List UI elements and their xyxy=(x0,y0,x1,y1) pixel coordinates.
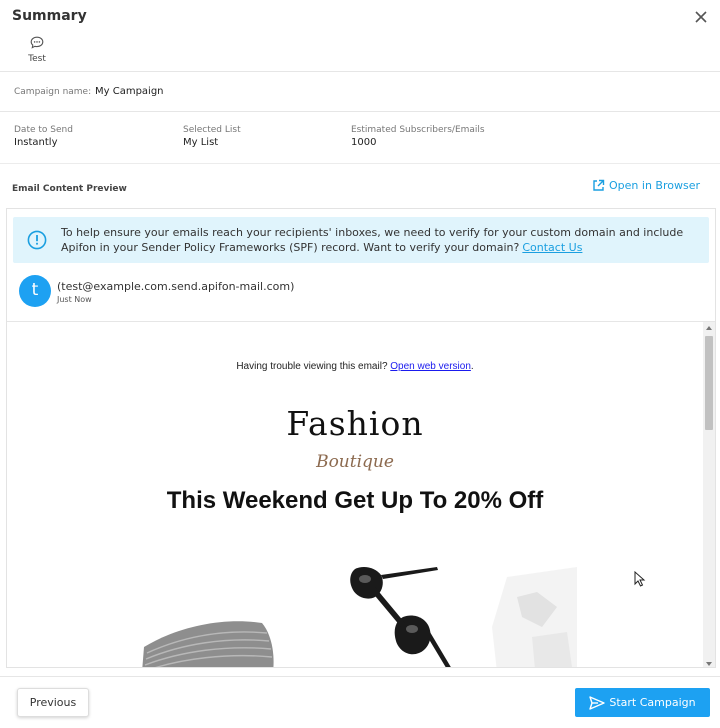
subscribers-label: Estimated Subscribers/Emails xyxy=(351,125,485,135)
email-preview-heading: Email Content Preview xyxy=(12,184,127,194)
mouse-cursor-icon xyxy=(634,571,646,587)
channel-label: Test xyxy=(28,54,46,64)
email-preview: To help ensure your emails reach your re… xyxy=(6,208,716,668)
notice-text: To help ensure your emails reach your re… xyxy=(61,225,701,255)
open-in-browser-link[interactable]: Open in Browser xyxy=(592,179,700,192)
selected-list: Selected List My List xyxy=(183,125,241,148)
trouble-text: Having trouble viewing this email? xyxy=(236,361,388,372)
subscribers-value: 1000 xyxy=(351,137,377,148)
info-icon xyxy=(27,230,47,250)
external-link-icon xyxy=(593,179,605,191)
scroll-down-arrow[interactable] xyxy=(706,662,712,666)
email-body-frame[interactable]: Having trouble viewing this email? Open … xyxy=(7,321,715,667)
modal-footer: Previous Start Campaign xyxy=(0,676,720,728)
chat-bubble-icon xyxy=(30,36,44,49)
brand-logo-text: Fashion xyxy=(286,404,424,443)
date-to-send: Date to Send Instantly xyxy=(14,125,73,148)
open-web-version-link[interactable]: Open web version xyxy=(390,361,471,372)
contact-us-link[interactable]: Contact Us xyxy=(522,241,582,254)
brand-script-text: Boutique xyxy=(316,452,394,472)
scrollbar-thumb[interactable] xyxy=(705,336,713,430)
campaign-name-value: My Campaign xyxy=(95,86,164,97)
sender-time: Just Now xyxy=(57,295,92,304)
campaign-name-label: Campaign name: xyxy=(14,87,92,97)
open-in-browser-label: Open in Browser xyxy=(609,179,700,192)
scroll-up-arrow[interactable] xyxy=(706,326,712,330)
date-value: Instantly xyxy=(14,137,58,148)
modal-title: Summary xyxy=(12,8,87,24)
date-label: Date to Send xyxy=(14,125,73,135)
channel-test: Test xyxy=(26,34,48,64)
notice-message: To help ensure your emails reach your re… xyxy=(61,226,684,254)
campaign-info-row: Date to Send Instantly Selected List My … xyxy=(0,112,720,164)
sender-email: (test@example.com.send.apifon-mail.com) xyxy=(57,280,295,293)
close-icon[interactable] xyxy=(693,9,709,25)
modal-header: Summary Test xyxy=(0,0,720,72)
list-value: My List xyxy=(183,137,219,148)
campaign-name-row: Campaign name: My Campaign xyxy=(0,72,720,112)
trouble-end: . xyxy=(470,361,474,372)
trouble-viewing-text: Having trouble viewing this email? Open … xyxy=(7,361,703,372)
start-campaign-label: Start Campaign xyxy=(609,696,696,709)
send-icon xyxy=(589,695,606,710)
list-label: Selected List xyxy=(183,125,241,135)
previous-button[interactable]: Previous xyxy=(17,688,89,717)
product-image xyxy=(142,567,577,667)
start-campaign-button[interactable]: Start Campaign xyxy=(575,688,710,717)
avatar: t xyxy=(19,275,51,307)
estimated-subscribers: Estimated Subscribers/Emails 1000 xyxy=(351,125,485,148)
spf-notice: To help ensure your emails reach your re… xyxy=(13,217,709,263)
email-headline: This Weekend Get Up To 20% Off xyxy=(166,487,544,514)
email-scrollbar[interactable] xyxy=(703,322,715,667)
